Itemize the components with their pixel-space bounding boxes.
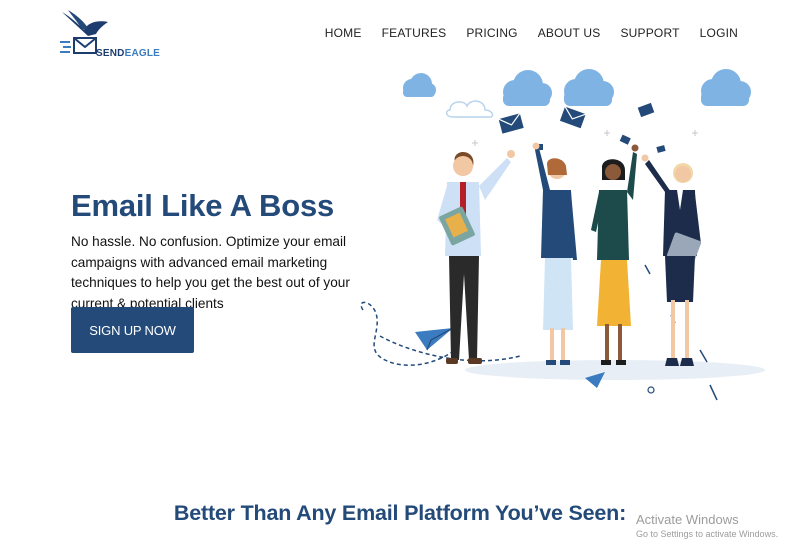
envelope-icon (637, 102, 655, 118)
brand-name-part2: EAGLE (124, 48, 161, 59)
hero-illustration (360, 69, 765, 401)
person-woman-yellow-skirt (591, 144, 639, 365)
cloud-outline-icon (445, 100, 494, 118)
cloud-icon (701, 69, 751, 106)
nav-support[interactable]: SUPPORT (620, 26, 679, 40)
activate-windows-watermark: Activate Windows Go to Settings to activ… (636, 512, 778, 541)
person-man-with-tablet (437, 150, 515, 364)
sign-up-button[interactable]: SIGN UP NOW (71, 307, 194, 353)
watermark-subtitle: Go to Settings to activate Windows. (636, 529, 779, 539)
envelope-icon (619, 134, 631, 145)
nav-features[interactable]: FEATURES (382, 26, 447, 40)
person-woman-with-laptop (641, 154, 702, 366)
cloud-icon (503, 70, 552, 106)
envelope-icon (656, 145, 666, 153)
nav-pricing[interactable]: PRICING (466, 26, 517, 40)
brand-name-part1: SEND (96, 48, 125, 59)
nav-home[interactable]: HOME (325, 26, 362, 40)
envelope-icon (498, 113, 524, 134)
main-nav: HOME FEATURES PRICING ABOUT US SUPPORT L… (325, 26, 738, 40)
nav-about-us[interactable]: ABOUT US (538, 26, 601, 40)
person-woman-blue-skirt (532, 142, 577, 365)
paper-plane-icon (415, 327, 454, 351)
hero-title: Email Like A Boss (71, 188, 335, 223)
watermark-title: Activate Windows (636, 512, 739, 527)
envelope-icon (559, 106, 586, 129)
nav-login[interactable]: LOGIN (700, 26, 738, 40)
cloud-icon (403, 73, 436, 97)
cloud-icon (564, 69, 614, 106)
brand-name: SENDEAGLE (96, 48, 160, 59)
hero-subtitle: No hassle. No confusion. Optimize your e… (71, 234, 350, 311)
